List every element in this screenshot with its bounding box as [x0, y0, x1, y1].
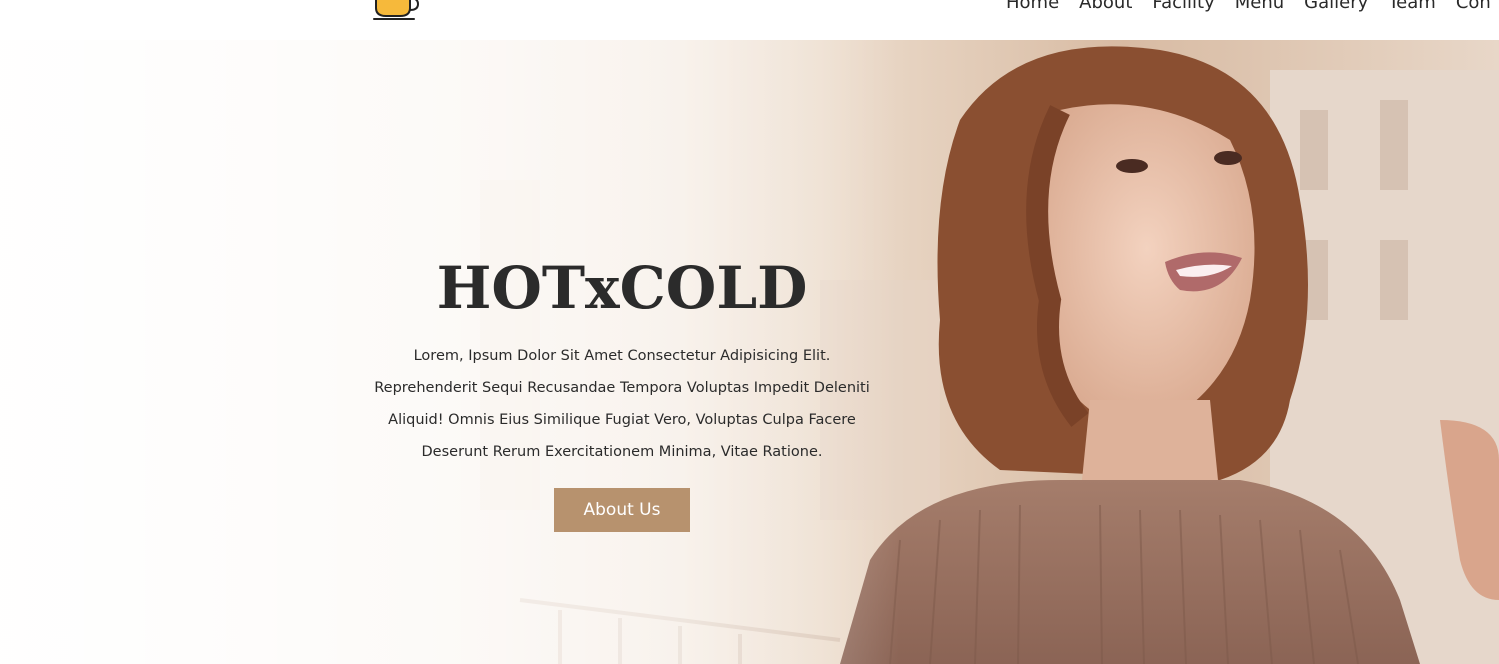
nav-facility[interactable]: Facility — [1152, 0, 1214, 14]
main-nav: Home About Facility Menu Gallery Team Co… — [1006, 0, 1491, 14]
nav-team[interactable]: Team — [1388, 0, 1436, 14]
nav-about[interactable]: About — [1079, 0, 1132, 14]
nav-home[interactable]: Home — [1006, 0, 1059, 14]
page: Home About Facility Menu Gallery Team Co… — [0, 0, 1499, 664]
hero-section: HOTxCOLD Lorem, Ipsum Dolor Sit Amet Con… — [0, 40, 1499, 664]
nav-menu[interactable]: Menu — [1235, 0, 1284, 14]
about-us-button[interactable]: About Us — [553, 488, 691, 532]
hero-title: HOTxCOLD — [436, 254, 808, 322]
site-header: Home About Facility Menu Gallery Team Co… — [0, 0, 1499, 40]
hero-description: Lorem, Ipsum Dolor Sit Amet Consectetur … — [374, 348, 870, 460]
nav-contact[interactable]: Con — [1456, 0, 1491, 14]
coffee-cup-icon[interactable] — [370, 0, 422, 22]
hero-content: HOTxCOLD Lorem, Ipsum Dolor Sit Amet Con… — [352, 248, 892, 532]
nav-gallery[interactable]: Gallery — [1304, 0, 1368, 14]
